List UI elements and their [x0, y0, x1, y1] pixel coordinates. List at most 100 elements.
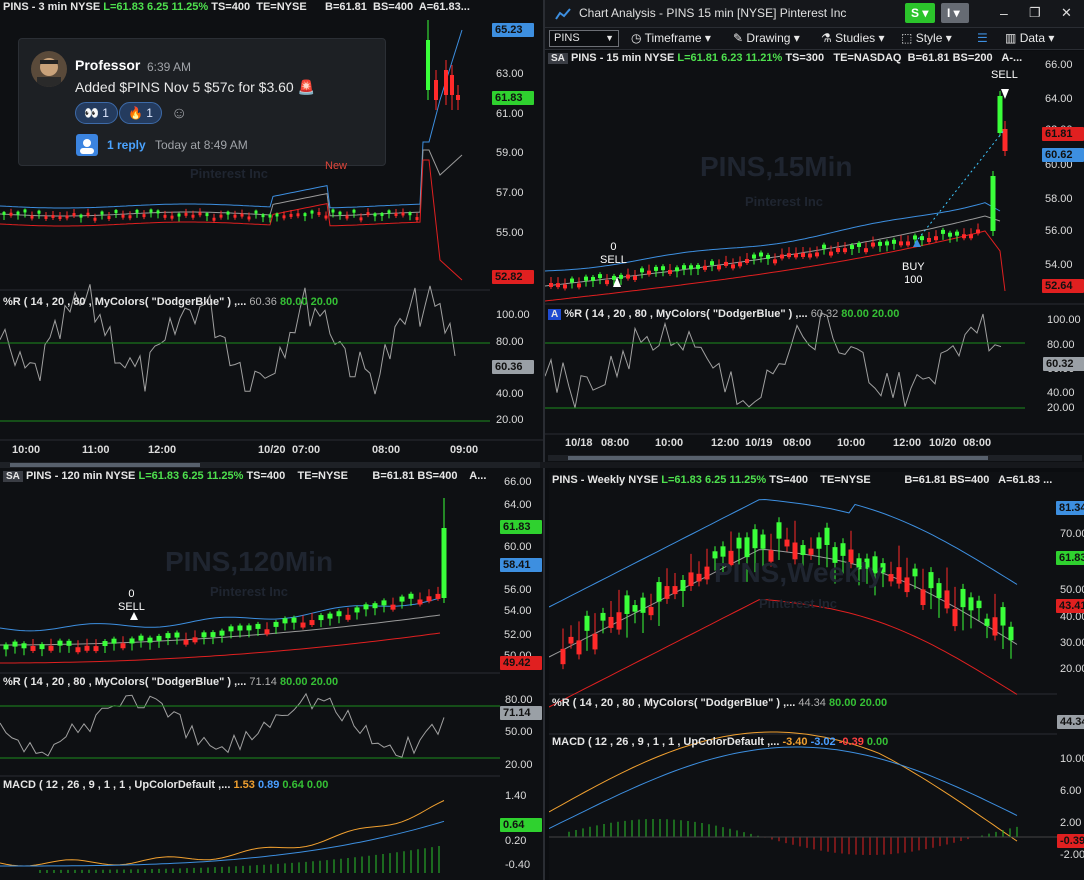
middle-band: [0, 614, 441, 646]
chat-message-popup[interactable]: Professor 6:39 AM Added $PINS Nov 5 $57c…: [18, 38, 386, 172]
price-candle: [619, 274, 623, 279]
price-marker-tag: 52.64: [1042, 279, 1084, 293]
time-tick: 12:00: [148, 444, 177, 456]
price-candle: [102, 641, 108, 647]
chart-weekly-plot[interactable]: [549, 472, 1084, 880]
price-candle: [896, 567, 902, 584]
close-button[interactable]: ✕: [1061, 5, 1072, 21]
price-candle: [968, 597, 974, 611]
alert-badge[interactable]: A: [548, 309, 562, 320]
price-tick: 100.00: [1047, 314, 1081, 326]
price-tick: 20.00: [1047, 402, 1075, 414]
price-candle: [237, 625, 243, 631]
price-candle: [560, 648, 566, 665]
chart-pane-120min[interactable]: SA PINS - 120 min NYSE L=61.83 6.25 11.2…: [0, 468, 543, 880]
time-tick: 10:00: [655, 437, 684, 449]
price-candle: [577, 283, 581, 288]
price-candle: [86, 212, 90, 216]
price-tick: 20.00: [1060, 663, 1084, 675]
chart-120min-plot[interactable]: [0, 468, 543, 880]
drawing-button[interactable]: ✎ Drawing ▾: [733, 31, 800, 45]
price-marker-tag: 71.14: [500, 706, 542, 720]
chart-15min-scrollbar[interactable]: [548, 455, 1082, 461]
price-candle: [192, 637, 198, 643]
chart-pane-15min[interactable]: SA PINS - 15 min NYSE L=61.81 6.23 11.21…: [545, 51, 1084, 462]
vertical-splitter[interactable]: [543, 0, 545, 880]
price-candle: [605, 280, 609, 285]
price-candle: [633, 275, 637, 280]
price-tick: 60.00: [504, 541, 532, 553]
price-candle: [710, 261, 714, 266]
price-candle: [331, 209, 335, 213]
chart-toolbar[interactable]: PINS ▼ ◷ Timeframe ▾ ✎ Drawing ▾ ⚗ Studie…: [545, 28, 1084, 50]
price-candle: [1008, 626, 1014, 641]
price-tick: -2.00: [1060, 849, 1084, 861]
price-candle: [184, 212, 188, 216]
price-candle: [913, 235, 917, 240]
price-candle: [48, 645, 54, 651]
chart-3min-watermark: Pinterest Inc: [190, 166, 269, 181]
reaction-fire[interactable]: 🔥 1: [119, 102, 162, 124]
timeframe-button[interactable]: ◷ Timeframe ▾: [631, 31, 711, 45]
chart-weekly-watermark-company: Pinterest Inc: [759, 596, 838, 611]
price-candle: [359, 217, 363, 221]
price-candle: [976, 600, 982, 609]
reaction-eyes[interactable]: 👀 1: [75, 102, 118, 124]
symbol-input[interactable]: PINS ▼: [549, 30, 619, 47]
price-candle: [969, 234, 973, 239]
price-candle: [289, 213, 293, 217]
price-candle: [57, 640, 63, 646]
price-candle: [744, 537, 750, 558]
price-candle: [736, 537, 742, 549]
price-candle: [149, 209, 153, 213]
price-candle: [696, 573, 702, 582]
window-titlebar[interactable]: Chart Analysis - PINS 15 min [NYSE] Pint…: [545, 0, 1084, 28]
price-candle: [720, 546, 726, 557]
layout-icon[interactable]: ☰: [977, 31, 988, 45]
avatar[interactable]: [31, 51, 67, 87]
reply-link[interactable]: 1 reply: [107, 138, 146, 152]
price-candle: [626, 274, 630, 279]
price-candle: [408, 593, 414, 599]
i-badge-button[interactable]: I ▾: [941, 3, 969, 23]
sa-badge[interactable]: SA: [3, 471, 23, 482]
price-candle: [37, 210, 41, 214]
restore-button[interactable]: ❐: [1029, 5, 1041, 21]
chat-username[interactable]: Professor: [75, 57, 140, 73]
studies-button[interactable]: ⚗ Studies ▾: [821, 31, 885, 45]
chart-3min-scrollbar[interactable]: [0, 462, 540, 468]
macd-line: [0, 800, 445, 867]
price-candle: [576, 640, 582, 655]
price-candle: [787, 253, 791, 258]
time-tick: 12:00: [711, 437, 740, 449]
price-candle: [300, 622, 306, 628]
price-candle: [752, 254, 756, 259]
sa-badge[interactable]: SA: [548, 53, 568, 64]
price-tick: 66.00: [1045, 59, 1073, 71]
price-candle: [885, 241, 889, 246]
s-badge-button[interactable]: S ▾: [905, 3, 935, 23]
price-candle: [450, 75, 454, 95]
price-candle: [156, 635, 162, 641]
add-reaction-icon[interactable]: ☺: [171, 105, 187, 123]
style-button[interactable]: ⬚ Style ▾: [901, 31, 952, 45]
price-candle: [142, 214, 146, 218]
price-candle: [363, 604, 369, 610]
price-tick: 30.00: [1060, 637, 1084, 649]
price-candle: [273, 621, 279, 627]
chart-pane-weekly[interactable]: PINS - Weekly NYSE L=61.83 6.25 11.25% T…: [549, 472, 1084, 880]
data-button[interactable]: ▥ Data ▾: [1005, 31, 1054, 45]
price-candle: [984, 618, 990, 626]
price-candle: [745, 259, 749, 264]
chat-message-text: Added $PINS Nov 5 $57c for $3.60 🚨: [75, 79, 316, 95]
price-candle: [654, 266, 658, 271]
price-candle: [72, 213, 76, 217]
minimize-button[interactable]: –: [1000, 5, 1008, 21]
buy-marker: [913, 239, 921, 247]
price-candle: [563, 284, 567, 289]
price-candle: [174, 632, 180, 638]
price-candle: [960, 588, 966, 608]
price-tick: 40.00: [1047, 387, 1075, 399]
time-tick: 08:00: [963, 437, 992, 449]
williams-r-line: [545, 312, 1002, 408]
